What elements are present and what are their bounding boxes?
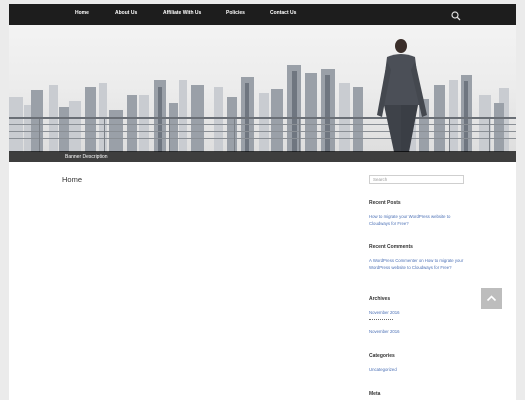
top-navigation: Home About Us Affiliate With Us Policies… (9, 4, 516, 25)
nav-item-affiliate[interactable]: Affiliate With Us (163, 10, 201, 16)
category-link[interactable]: Uncategorized (369, 366, 469, 373)
search-icon (451, 11, 461, 21)
recent-posts-title: Recent Posts (369, 200, 401, 206)
banner-caption-text: Banner Description (65, 154, 108, 160)
scroll-to-top-button[interactable] (481, 288, 502, 309)
recent-comment-link[interactable]: A WordPress Commenter on How to migrate … (369, 257, 469, 271)
meta-title: Meta (369, 391, 381, 397)
nav-item-contact-us[interactable]: Contact Us (270, 10, 296, 16)
nav-item-home[interactable]: Home (75, 10, 89, 16)
page-title: Home (62, 175, 83, 184)
divider (369, 319, 393, 322)
banner-image (9, 39, 516, 152)
recent-post-link[interactable]: How to migrate your WordPress website to… (369, 213, 469, 227)
archive-link[interactable]: November 2016 (369, 309, 469, 316)
nav-item-about-us[interactable]: About Us (115, 10, 137, 16)
page-container: Home About Us Affiliate With Us Policies… (9, 4, 516, 400)
categories-title: Categories (369, 353, 395, 359)
search-input[interactable] (369, 175, 464, 184)
hero-banner: Banner Description (9, 25, 516, 162)
banner-caption: Banner Description (9, 151, 516, 162)
archive-link[interactable]: November 2016 (369, 328, 469, 335)
recent-comments-title: Recent Comments (369, 244, 413, 250)
nav-item-policies[interactable]: Policies (226, 10, 245, 16)
chevron-up-icon (486, 295, 497, 302)
archives-title: Archives (369, 296, 391, 302)
search-toggle-button[interactable] (450, 9, 462, 21)
